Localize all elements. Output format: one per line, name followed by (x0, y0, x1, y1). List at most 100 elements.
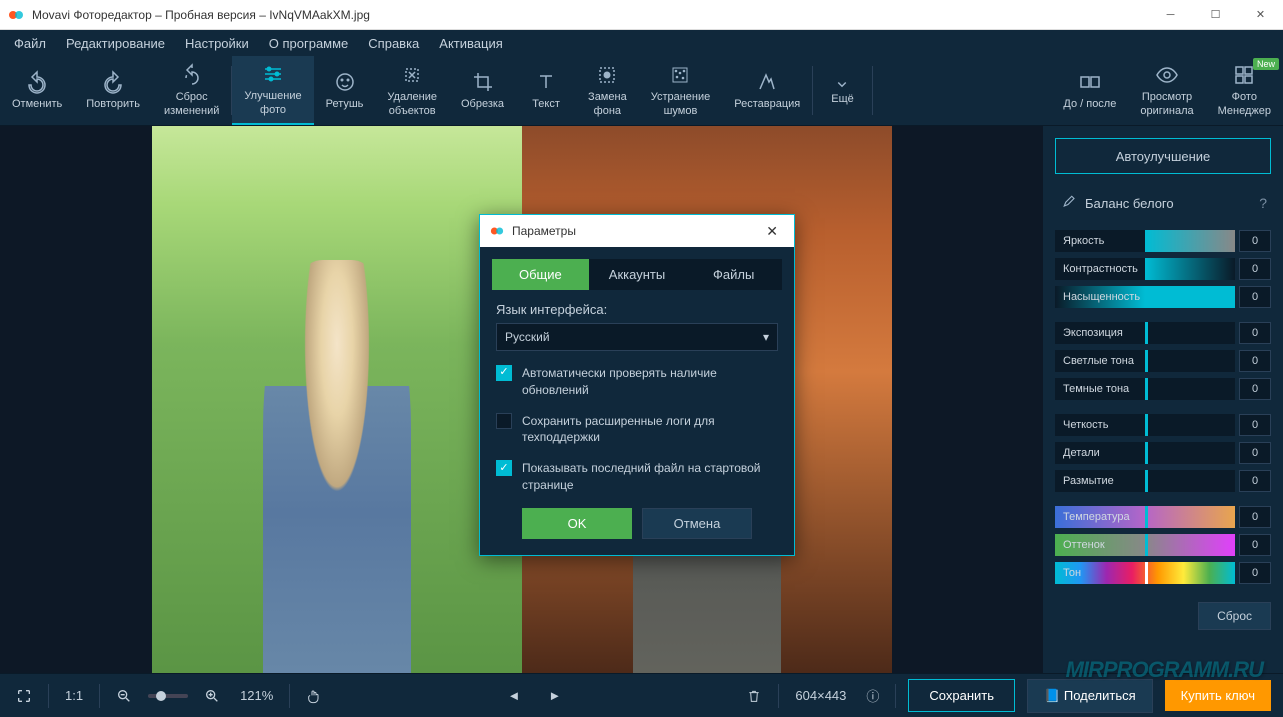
saturation-slider[interactable]: Насыщенность (1055, 286, 1235, 308)
denoise-button[interactable]: Устранение шумов (639, 56, 723, 125)
detail-slider[interactable]: Детали (1055, 442, 1235, 464)
text-icon (534, 70, 558, 94)
remove-objects-button[interactable]: Удаление объектов (375, 56, 449, 125)
photo-manager-button[interactable]: New Фото Менеджер (1206, 56, 1283, 125)
zoom-in-button[interactable] (200, 684, 224, 708)
menu-edit[interactable]: Редактирование (56, 32, 175, 55)
tab-files[interactable]: Файлы (685, 259, 782, 290)
dialog-title: Параметры (512, 224, 760, 238)
highlights-value[interactable]: 0 (1239, 350, 1271, 372)
dialog-close-button[interactable]: ✕ (760, 221, 784, 242)
zoom-slider[interactable] (148, 694, 188, 698)
noise-icon (668, 63, 692, 87)
retouch-button[interactable]: Ретушь (314, 56, 376, 125)
settings-dialog: Параметры ✕ Общие Аккаунты Файлы Язык ин… (479, 214, 795, 556)
enhance-button[interactable]: Улучшение фото (232, 56, 313, 125)
fullscreen-icon (16, 688, 32, 704)
zoom-out-button[interactable] (112, 684, 136, 708)
save-button[interactable]: Сохранить (908, 679, 1015, 712)
detail-value[interactable]: 0 (1239, 442, 1271, 464)
restoration-button[interactable]: Реставрация (722, 56, 812, 125)
menu-bar: Файл Редактирование Настройки О программ… (0, 30, 1283, 56)
actual-size-button[interactable]: 1:1 (61, 684, 87, 707)
help-icon[interactable]: ? (1259, 195, 1267, 211)
chevron-down-icon (833, 75, 851, 93)
close-button[interactable]: ✕ (1238, 0, 1283, 30)
menu-file[interactable]: Файл (4, 32, 56, 55)
menu-activation[interactable]: Активация (429, 32, 512, 55)
contrast-value[interactable]: 0 (1239, 258, 1271, 280)
menu-help[interactable]: Справка (358, 32, 429, 55)
share-button[interactable]: 📘 Поделиться (1027, 679, 1153, 713)
crop-button[interactable]: Обрезка (449, 56, 516, 125)
app-icon (8, 7, 24, 23)
undo-icon (25, 70, 49, 94)
menu-settings[interactable]: Настройки (175, 32, 259, 55)
hand-tool-button[interactable] (302, 684, 326, 708)
sharpness-slider[interactable]: Четкость (1055, 414, 1235, 436)
language-select[interactable]: Русский ▾ (496, 323, 778, 351)
redo-button[interactable]: Повторить (74, 56, 152, 125)
redo-icon (101, 70, 125, 94)
exposure-slider[interactable]: Экспозиция (1055, 322, 1235, 344)
dialog-tabs: Общие Аккаунты Файлы (492, 259, 782, 290)
shadows-value[interactable]: 0 (1239, 378, 1271, 400)
tint-slider[interactable]: Оттенок (1055, 534, 1235, 556)
tab-accounts[interactable]: Аккаунты (589, 259, 686, 290)
check-show-last-file[interactable] (496, 460, 512, 476)
zoom-level: 121% (236, 684, 277, 707)
hue-slider[interactable]: Тон (1055, 562, 1235, 584)
menu-about[interactable]: О программе (259, 32, 359, 55)
compare-icon (1078, 70, 1102, 94)
info-button[interactable]: ⓘ (862, 682, 883, 709)
next-image-button[interactable]: ► (544, 684, 565, 707)
sliders-icon (261, 62, 285, 86)
check-auto-updates[interactable] (496, 365, 512, 381)
blur-value[interactable]: 0 (1239, 470, 1271, 492)
temperature-slider[interactable]: Температура (1055, 506, 1235, 528)
brightness-slider[interactable]: Яркость (1055, 230, 1235, 252)
before-after-button[interactable]: До / после (1051, 56, 1128, 125)
restore-icon (755, 70, 779, 94)
dialog-ok-button[interactable]: OK (522, 508, 632, 539)
exposure-value[interactable]: 0 (1239, 322, 1271, 344)
auto-enhance-button[interactable]: Автоулучшение (1055, 138, 1271, 174)
dialog-cancel-button[interactable]: Отмена (642, 508, 752, 539)
check-show-last-file-label: Показывать последний файл на стартовой с… (522, 460, 778, 494)
hue-value[interactable]: 0 (1239, 562, 1271, 584)
contrast-slider[interactable]: Контрастность (1055, 258, 1235, 280)
shadows-slider[interactable]: Темные тона (1055, 378, 1235, 400)
blur-slider[interactable]: Размытие (1055, 470, 1235, 492)
tab-general[interactable]: Общие (492, 259, 589, 290)
more-button[interactable]: Ещё (813, 56, 872, 125)
watermark: MIRPROGRAMM.RU (1066, 657, 1263, 683)
brightness-value[interactable]: 0 (1239, 230, 1271, 252)
eyedropper-icon (1059, 194, 1077, 212)
panel-reset-button[interactable]: Сброс (1198, 602, 1271, 630)
tint-value[interactable]: 0 (1239, 534, 1271, 556)
view-original-button[interactable]: Просмотр оригинала (1128, 56, 1205, 125)
zoom-out-icon (116, 688, 132, 704)
dialog-titlebar[interactable]: Параметры ✕ (480, 215, 794, 247)
white-balance-row[interactable]: Баланс белого ? (1055, 186, 1271, 220)
highlights-slider[interactable]: Светлые тона (1055, 350, 1235, 372)
prev-image-button[interactable]: ◄ (504, 684, 525, 707)
temperature-value[interactable]: 0 (1239, 506, 1271, 528)
buy-key-button[interactable]: Купить ключ (1165, 680, 1271, 711)
reset-changes-button[interactable]: Сброс изменений (152, 56, 231, 125)
text-button[interactable]: Текст (516, 56, 576, 125)
maximize-button[interactable]: ☐ (1193, 0, 1238, 30)
fullscreen-button[interactable] (12, 684, 36, 708)
background-swap-button[interactable]: Замена фона (576, 56, 639, 125)
image-dimensions: 604×443 (791, 684, 850, 707)
face-icon (333, 70, 357, 94)
new-badge: New (1253, 58, 1279, 70)
image-before (152, 126, 522, 673)
undo-button[interactable]: Отменить (0, 56, 74, 125)
delete-button[interactable] (742, 684, 766, 708)
check-extended-logs[interactable] (496, 413, 512, 429)
zoom-in-icon (204, 688, 220, 704)
sharpness-value[interactable]: 0 (1239, 414, 1271, 436)
saturation-value[interactable]: 0 (1239, 286, 1271, 308)
minimize-button[interactable]: ─ (1148, 0, 1193, 30)
